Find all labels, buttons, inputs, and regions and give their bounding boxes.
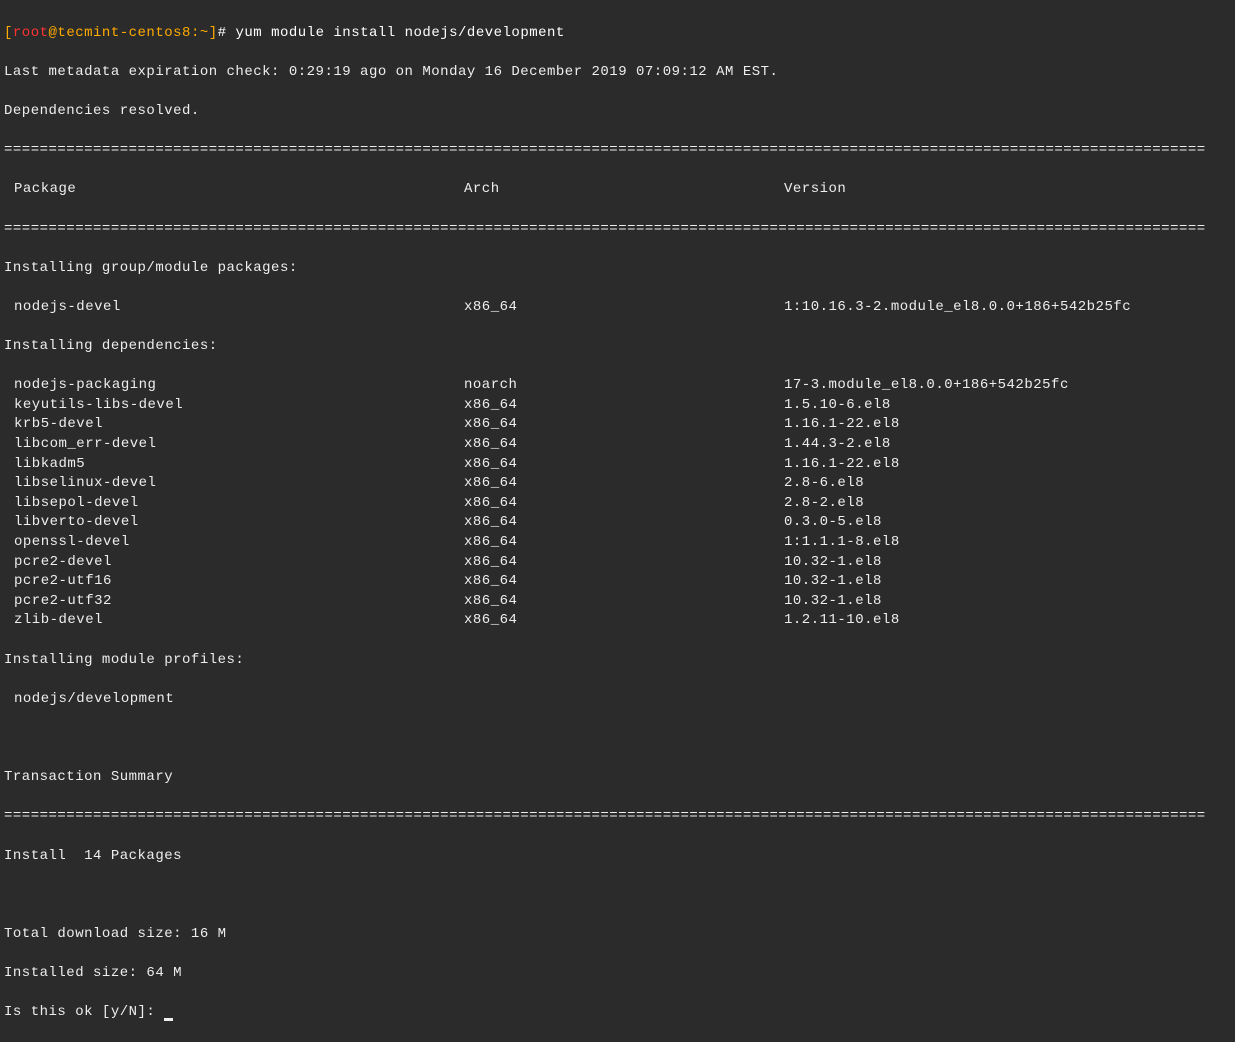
prompt-line: [root@tecmint-centos8:~]# yum module ins… [4,24,1231,44]
header-version: Version [784,180,1231,200]
prompt-open-bracket: [ [4,25,13,41]
package-name: zlib-devel [4,611,464,631]
package-name: pcre2-utf16 [4,572,464,592]
package-name: pcre2-devel [4,553,464,573]
package-row: pcre2-utf16x86_6410.32-1.el8 [4,572,1231,592]
divider-summary: ========================================… [4,807,1231,827]
package-version: 17-3.module_el8.0.0+186+542b25fc [784,376,1231,396]
prompt-host: tecmint-centos8 [57,25,191,41]
package-arch: x86_64 [464,513,784,533]
package-arch: x86_64 [464,572,784,592]
section-module-profiles: Installing module profiles: [4,651,1231,671]
package-row: nodejs-develx86_641:10.16.3-2.module_el8… [4,298,1231,318]
package-arch: x86_64 [464,611,784,631]
package-name: libcom_err-devel [4,435,464,455]
package-version: 1.44.3-2.el8 [784,435,1231,455]
package-name: libverto-devel [4,513,464,533]
prompt-user: root [13,25,49,41]
package-version: 10.32-1.el8 [784,553,1231,573]
package-row: krb5-develx86_641.16.1-22.el8 [4,415,1231,435]
package-row: libselinux-develx86_642.8-6.el8 [4,474,1231,494]
package-arch: x86_64 [464,396,784,416]
package-arch: noarch [464,376,784,396]
package-arch: x86_64 [464,474,784,494]
package-arch: x86_64 [464,415,784,435]
package-name: nodejs-packaging [4,376,464,396]
confirm-prompt: Is this ok [y/N]: [4,1004,164,1020]
package-arch: x86_64 [464,298,784,318]
package-version: 10.32-1.el8 [784,592,1231,612]
package-version: 10.32-1.el8 [784,572,1231,592]
package-name: pcre2-utf32 [4,592,464,612]
section-group-module: Installing group/module packages: [4,259,1231,279]
header-package: Package [4,180,464,200]
deps-resolved-line: Dependencies resolved. [4,102,1231,122]
prompt-hash: # [218,25,236,41]
package-row: openssl-develx86_641:1.1.1-8.el8 [4,533,1231,553]
package-row: libkadm5x86_641.16.1-22.el8 [4,455,1231,475]
terminal-output: [root@tecmint-centos8:~]# yum module ins… [4,4,1231,1042]
package-name: openssl-devel [4,533,464,553]
package-row: zlib-develx86_641.2.11-10.el8 [4,611,1231,631]
package-version: 1.5.10-6.el8 [784,396,1231,416]
package-version: 1.16.1-22.el8 [784,415,1231,435]
divider-header: ========================================… [4,220,1231,240]
prompt-path: :~ [191,25,209,41]
package-version: 1:10.16.3-2.module_el8.0.0+186+542b25fc [784,298,1231,318]
package-row: pcre2-develx86_6410.32-1.el8 [4,553,1231,573]
command-input[interactable]: yum module install nodejs/development [235,25,564,41]
package-name: keyutils-libs-devel [4,396,464,416]
package-version: 2.8-6.el8 [784,474,1231,494]
package-name: libselinux-devel [4,474,464,494]
package-row: pcre2-utf32x86_6410.32-1.el8 [4,592,1231,612]
package-name: libkadm5 [4,455,464,475]
package-version: 1:1.1.1-8.el8 [784,533,1231,553]
package-arch: x86_64 [464,494,784,514]
package-row: nodejs-packagingnoarch17-3.module_el8.0.… [4,376,1231,396]
package-version: 2.8-2.el8 [784,494,1231,514]
package-arch: x86_64 [464,592,784,612]
package-name: libsepol-devel [4,494,464,514]
package-name: krb5-devel [4,415,464,435]
package-arch: x86_64 [464,553,784,573]
module-profile: nodejs/development [4,690,1231,710]
package-version: 0.3.0-5.el8 [784,513,1231,533]
download-size: Total download size: 16 M [4,925,1231,945]
blank-line [4,729,1231,749]
table-header: Package Arch Version [4,180,1231,200]
install-summary: Install 14 Packages [4,847,1231,867]
package-name: nodejs-devel [4,298,464,318]
package-arch: x86_64 [464,533,784,553]
transaction-summary: Transaction Summary [4,768,1231,788]
divider-top: ========================================… [4,141,1231,161]
installed-size: Installed size: 64 M [4,964,1231,984]
package-row: libsepol-develx86_642.8-2.el8 [4,494,1231,514]
cursor[interactable] [164,1018,173,1021]
package-row: libcom_err-develx86_641.44.3-2.el8 [4,435,1231,455]
blank-line-2 [4,886,1231,906]
package-version: 1.2.11-10.el8 [784,611,1231,631]
metadata-line: Last metadata expiration check: 0:29:19 … [4,63,1231,83]
confirm-line: Is this ok [y/N]: [4,1003,1231,1023]
package-arch: x86_64 [464,455,784,475]
section-dependencies: Installing dependencies: [4,337,1231,357]
header-arch: Arch [464,180,784,200]
prompt-close-bracket: ] [209,25,218,41]
package-version: 1.16.1-22.el8 [784,455,1231,475]
package-arch: x86_64 [464,435,784,455]
package-row: keyutils-libs-develx86_641.5.10-6.el8 [4,396,1231,416]
package-row: libverto-develx86_640.3.0-5.el8 [4,513,1231,533]
